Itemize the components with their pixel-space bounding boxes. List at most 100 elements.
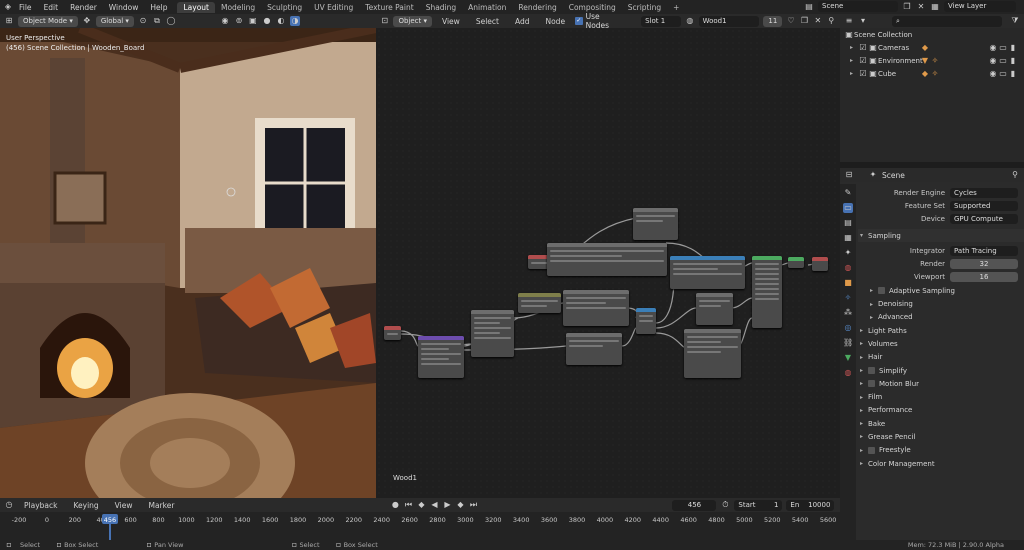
node-mix-shader[interactable] — [788, 257, 804, 268]
camera-icon[interactable]: ▮ — [1008, 56, 1018, 66]
simplify-checkbox[interactable] — [868, 367, 875, 374]
node-principled-bsdf[interactable] — [752, 256, 782, 328]
render-tab-icon[interactable]: ▭ — [843, 203, 853, 213]
overlay-icon[interactable]: ⊚ — [234, 16, 244, 26]
render-samples-field[interactable]: 32 — [950, 259, 1018, 270]
view-layer-selector[interactable]: View Layer — [944, 1, 1016, 12]
node-editor-canvas[interactable]: Wood1 — [376, 28, 840, 498]
expand-icon[interactable]: ▸ — [850, 57, 858, 64]
performance-section[interactable]: ▸ Performance — [858, 404, 1024, 417]
outliner-scene-collection[interactable]: ▣ Scene Collection — [840, 28, 1024, 41]
eye-icon[interactable]: ◉ — [988, 56, 998, 66]
eye-icon[interactable]: ◉ — [988, 69, 998, 79]
camera-icon[interactable]: ▮ — [1008, 69, 1018, 79]
3d-viewport[interactable]: User Perspective (456) Scene Collection … — [0, 28, 376, 498]
volumes-section[interactable]: ▸ Volumes — [858, 337, 1024, 350]
device-select[interactable]: GPU Compute — [950, 214, 1018, 225]
render-icon[interactable]: ▭ — [998, 56, 1008, 66]
material-users-count[interactable]: 11 — [763, 15, 783, 27]
node-mapping[interactable] — [418, 336, 464, 378]
orientation-select[interactable]: Global ▾ — [95, 15, 134, 27]
fake-user-icon[interactable]: ♡ — [786, 16, 795, 26]
tab-scripting[interactable]: Scripting — [622, 2, 667, 13]
particles-tab-icon[interactable]: ⁂ — [843, 308, 853, 318]
modifier-tab-icon[interactable]: ✧ — [843, 293, 853, 303]
film-section[interactable]: ▸ Film — [858, 390, 1024, 403]
render-icon[interactable]: ▭ — [998, 43, 1008, 53]
outliner-item-cameras[interactable]: ▸ ☑ ▣ Cameras ◆ ◉ ▭ ▮ — [840, 41, 1024, 54]
scene-tab-icon[interactable]: ✦ — [843, 248, 853, 258]
node-voronoi[interactable] — [633, 208, 678, 240]
node-color-ramp-1[interactable] — [563, 290, 629, 326]
simplify-section[interactable]: ▸ Simplify — [858, 364, 1024, 377]
add-workspace-icon[interactable]: + — [667, 2, 685, 13]
view-layer-tab-icon[interactable]: ▦ — [843, 233, 853, 243]
slot-select[interactable]: Slot 1 — [641, 15, 682, 27]
motion-blur-section[interactable]: ▸ Motion Blur — [858, 377, 1024, 390]
shading-solid-icon[interactable]: ● — [262, 16, 272, 26]
menu-file[interactable]: File — [13, 3, 38, 12]
expand-icon[interactable]: ▸ — [850, 44, 858, 51]
node-material-output[interactable] — [812, 257, 828, 271]
node-menu-add[interactable]: Add — [509, 17, 536, 26]
bake-section[interactable]: ▸ Bake — [858, 417, 1024, 430]
physics-tab-icon[interactable]: ◎ — [843, 323, 853, 333]
advanced-section[interactable]: ▸ Advanced — [858, 311, 1024, 324]
tool-tab-icon[interactable]: ✎ — [843, 188, 853, 198]
node-color-ramp-2[interactable] — [547, 243, 667, 276]
copy-icon[interactable]: ❐ — [902, 2, 912, 12]
world-tab-icon[interactable]: ◍ — [843, 263, 853, 273]
menu-help[interactable]: Help — [144, 3, 173, 12]
object-tab-icon[interactable]: ■ — [843, 278, 853, 288]
tab-layout[interactable]: Layout — [177, 1, 215, 13]
motion-blur-checkbox[interactable] — [868, 380, 875, 388]
freestyle-section[interactable]: ▸ Freestyle — [858, 444, 1024, 457]
node-mix-1[interactable] — [566, 333, 622, 365]
outliner-filter-icon[interactable]: ⧩ — [1010, 16, 1020, 26]
shading-material-icon[interactable]: ◐ — [276, 16, 286, 26]
node-bump[interactable] — [670, 256, 745, 289]
hair-section[interactable]: ▸ Hair — [858, 351, 1024, 364]
xray-icon[interactable]: ▣ — [248, 16, 258, 26]
node-menu-node[interactable]: Node — [539, 17, 571, 26]
menu-window[interactable]: Window — [103, 3, 145, 12]
expand-icon[interactable]: ▸ — [850, 70, 858, 77]
editor-type-icon[interactable]: ⊞ — [4, 16, 14, 26]
outliner-item-cube[interactable]: ▸ ☑ ▣ Cube ◆ ✧ ◉ ▭ ▮ — [840, 67, 1024, 80]
shader-type-select[interactable]: Object ▾ — [393, 15, 432, 27]
data-tab-icon[interactable]: ▼ — [843, 353, 853, 363]
tab-texture-paint[interactable]: Texture Paint — [359, 2, 419, 13]
tab-rendering[interactable]: Rendering — [512, 2, 562, 13]
visibility-icon[interactable]: ◉ — [220, 16, 230, 26]
viewport-samples-field[interactable]: 16 — [950, 272, 1018, 283]
material-name-field[interactable]: Wood1 — [698, 15, 760, 27]
collection-checkbox-icon[interactable]: ☑ — [858, 43, 868, 53]
light-paths-section[interactable]: ▸ Light Paths — [858, 324, 1024, 337]
filter-icon[interactable]: ▾ — [858, 16, 868, 26]
properties-type-icon[interactable]: ⊟ — [844, 170, 854, 180]
node-texture-coordinate[interactable] — [384, 326, 401, 340]
output-tab-icon[interactable]: ▤ — [843, 218, 853, 228]
constraints-tab-icon[interactable]: ⛓ — [843, 338, 853, 348]
collection-checkbox-icon[interactable]: ☑ — [858, 56, 868, 66]
feature-set-select[interactable]: Supported — [950, 200, 1018, 211]
node-wave-texture[interactable] — [518, 293, 561, 313]
proportional-icon[interactable]: ◯ — [166, 16, 176, 26]
scene-selector[interactable]: Scene — [818, 1, 898, 12]
outliner-item-environment[interactable]: ▸ ☑ ▣ Environment ▼ ✧ ◉ ▭ ▮ — [840, 54, 1024, 67]
mode-select[interactable]: Object Mode ▾ — [18, 15, 78, 27]
node-rgb-curves[interactable] — [684, 329, 741, 378]
outliner-search-input[interactable]: ⌕ — [892, 15, 1002, 27]
tab-sculpting[interactable]: Sculpting — [261, 2, 308, 13]
tab-shading[interactable]: Shading — [420, 2, 462, 13]
node-editor-type-icon[interactable]: ⊡ — [380, 16, 389, 26]
node-hue-saturation[interactable] — [696, 293, 733, 325]
tab-uv-editing[interactable]: UV Editing — [308, 2, 359, 13]
snap-icon[interactable]: ⧉ — [152, 16, 162, 26]
render-icon[interactable]: ▭ — [998, 69, 1008, 79]
grease-pencil-section[interactable]: ▸ Grease Pencil — [858, 430, 1024, 443]
menu-edit[interactable]: Edit — [38, 3, 65, 12]
tab-animation[interactable]: Animation — [462, 2, 512, 13]
node-menu-select[interactable]: Select — [470, 17, 505, 26]
adaptive-sampling-section[interactable]: ▸ Adaptive Sampling — [858, 284, 1024, 297]
